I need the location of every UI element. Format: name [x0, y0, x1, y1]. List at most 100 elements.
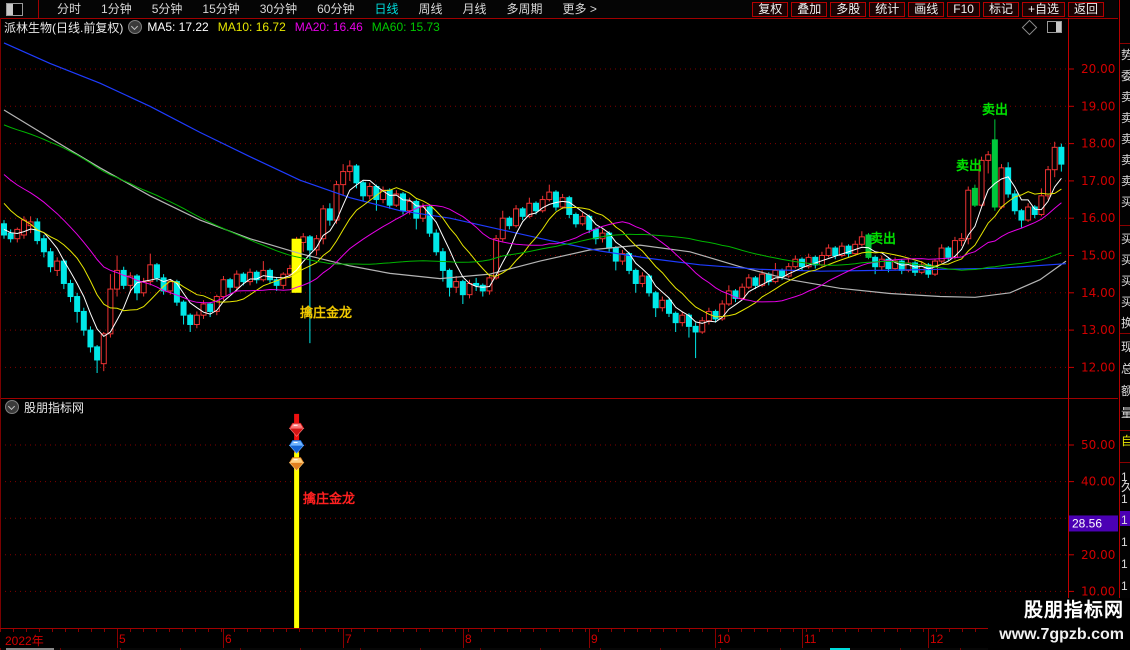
candle-body: [878, 258, 885, 268]
candle-body: [406, 200, 413, 212]
candle-body: [187, 314, 194, 326]
price-axis-label: 18.00: [1081, 137, 1115, 151]
candle-body: [386, 189, 393, 206]
panel-layout-icon[interactable]: [1047, 21, 1062, 33]
gem-blue: [288, 445, 305, 454]
price-axis-label: 20.00: [1081, 62, 1115, 76]
month-tick: [223, 629, 224, 648]
ma-legend-value: MA60: 15.73: [371, 20, 440, 34]
candle-body: [7, 232, 14, 240]
candle-body: [280, 273, 287, 286]
toolbar-button-返回[interactable]: 返回: [1067, 1, 1104, 17]
menu-item-周线[interactable]: 周线: [408, 0, 452, 18]
main-candlestick-chart[interactable]: 20.00 19.00 18.00 17.00 16.00 15.00 14.00 13.00…: [0, 36, 1118, 398]
date-axis: 2022年 5 6 7 8 9 10 11 12: [0, 628, 1118, 649]
candle-body: [533, 202, 539, 212]
candle-body: [1025, 206, 1032, 221]
date-label: 11: [804, 632, 817, 646]
candle-body: [147, 264, 154, 283]
strip-row-fragment: 卖: [1121, 132, 1130, 148]
price-axis-label: 19.00: [1081, 99, 1115, 113]
candle-body: [1058, 146, 1065, 165]
menu-item-多周期[interactable]: 多周期: [497, 0, 553, 18]
menu-item-15分钟[interactable]: 15分钟: [192, 0, 249, 18]
menu-item-日线[interactable]: 日线: [364, 0, 408, 18]
menu-item-5分钟[interactable]: 5分钟: [142, 0, 193, 18]
month-tick: [463, 629, 464, 648]
date-label: 9: [591, 632, 598, 646]
candle-body: [739, 286, 746, 299]
ma-long-blue: [3, 42, 1067, 272]
strip-separator: [1120, 333, 1130, 334]
last-value-badge-text: 28.56: [1072, 516, 1102, 530]
candle-body: [400, 193, 406, 212]
candle-body: [227, 279, 234, 288]
menu-item-60分钟[interactable]: 60分钟: [307, 0, 364, 18]
price-axis-label: 15.00: [1081, 249, 1115, 263]
candle-body: [991, 139, 998, 208]
candle-body: [659, 299, 666, 309]
candle-body: [47, 251, 54, 268]
strip-row-fragment: 1: [1121, 535, 1128, 549]
ma-legend: MA5: 17.22 MA10: 16.72 MA20: 16.46 MA60: 15…: [147, 20, 449, 34]
chevron-down-icon[interactable]: [128, 20, 143, 34]
indicator-panel-title: 股朋指标网: [24, 400, 85, 415]
toolbar-button-F10[interactable]: F10: [947, 1, 980, 17]
split-pane-icon[interactable]: [6, 2, 23, 16]
menu-item-月线[interactable]: 月线: [453, 0, 497, 18]
strategy-annotation: 擒庄金龙: [300, 305, 352, 320]
month-tick: [117, 629, 118, 648]
menu-item-30分钟[interactable]: 30分钟: [250, 0, 307, 18]
toolbar-button-+自选[interactable]: +自选: [1021, 1, 1065, 17]
indicator-sub-chart[interactable]: 擒庄金龙 50.00 40.00 20.00 10.00 28.56: [0, 398, 1118, 628]
sell-signal-label: 卖出: [956, 158, 982, 173]
candle-body: [267, 269, 273, 281]
toolbar-button-统计[interactable]: 统计: [869, 1, 906, 17]
sell-signal-label: 卖出: [870, 231, 896, 246]
candle-body: [466, 282, 473, 296]
candle-body: [825, 247, 832, 256]
strip-row-fragment: 卖: [1121, 90, 1130, 106]
date-label: 6: [225, 632, 232, 646]
candle-body: [1031, 206, 1038, 215]
toolbar-button-叠加[interactable]: 叠加: [791, 1, 828, 17]
candle-body: [220, 279, 227, 298]
chevron-down-icon[interactable]: [5, 400, 19, 414]
gem-red: [288, 427, 305, 437]
month-tick: [343, 629, 344, 648]
indicator-axis-label: 50.00: [1081, 438, 1115, 452]
candle-body: [366, 185, 373, 197]
watermark-site-name: 股朋指标网: [1023, 600, 1124, 621]
ma60-line: [3, 124, 1062, 271]
price-axis-label: 12.00: [1081, 360, 1115, 374]
toolbar-button-画线[interactable]: 画线: [908, 1, 945, 17]
menu-item-更多 >[interactable]: 更多 >: [553, 0, 607, 18]
candle-body: [426, 206, 433, 234]
watermark-url: www.7gpzb.com: [999, 626, 1124, 643]
right-quote-strip[interactable]: 势委卖卖卖卖卖买买买买买换现总额量自久111111: [1119, 0, 1130, 650]
menu-item-1分钟[interactable]: 1分钟: [91, 0, 142, 18]
price-axis-line: [1068, 18, 1069, 628]
candle-body: [453, 281, 460, 288]
menu-item-分时[interactable]: 分时: [47, 0, 91, 18]
toolbar-button-复权[interactable]: 复权: [752, 1, 789, 17]
candle-body: [233, 273, 240, 288]
candle-body: [479, 284, 486, 292]
ma-legend-value: MA5: 17.22: [147, 20, 209, 34]
candle-body: [14, 228, 21, 240]
toolbar-button-多股[interactable]: 多股: [830, 1, 867, 17]
toolbar-button-标记[interactable]: 标记: [982, 1, 1019, 17]
candle-body: [446, 269, 453, 288]
candle-body: [519, 208, 526, 217]
candle-body: [74, 296, 81, 312]
strip-row-fragment: 卖: [1121, 111, 1130, 127]
candle-body: [207, 303, 214, 312]
candle-body: [965, 189, 972, 240]
candle-body: [459, 281, 466, 296]
candle-body: [240, 273, 247, 283]
candle-body: [612, 247, 619, 262]
chart-header: 派林生物(日线.前复权) MA5: 17.22 MA10: 16.72 MA20: …: [0, 18, 1118, 36]
strip-row-fragment: 1: [1121, 492, 1128, 506]
diamond-icon[interactable]: [1021, 19, 1038, 35]
month-tick: [802, 629, 803, 648]
